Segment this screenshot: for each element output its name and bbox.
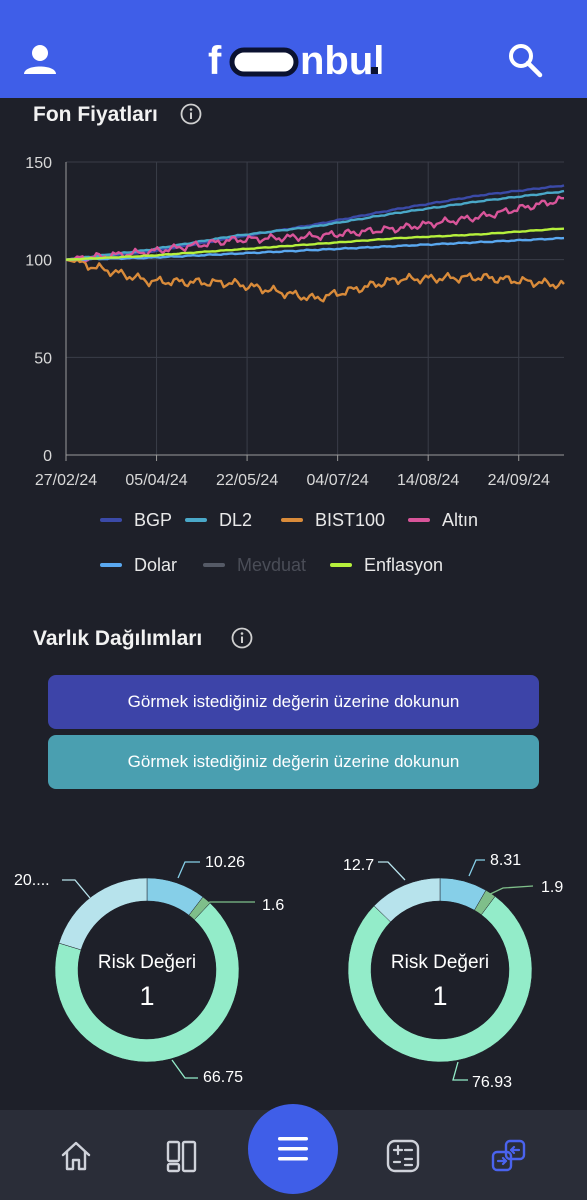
- allocation-donut-fund-1[interactable]: 10.26 1.6 66.75 20.... Risk Değeri 1: [0, 840, 293, 1100]
- donut-slice-label: 1.6: [262, 897, 284, 914]
- legend-item-bgp[interactable]: BGP: [100, 508, 172, 532]
- legend-label: Enflasyon: [364, 554, 444, 575]
- legend-swatch: [408, 518, 430, 522]
- chart-grid: [65, 161, 564, 461]
- nav-swap[interactable]: [490, 1138, 526, 1174]
- svg-text:f: f: [208, 39, 222, 83]
- donut-leader-line: [62, 879, 91, 899]
- x-tick-label: 04/07/24: [306, 472, 368, 489]
- donut-leader-line: [177, 861, 200, 879]
- allocation-prompt-fund-1[interactable]: Görmek istediğiniz değerin üzerine dokun…: [48, 675, 539, 729]
- legend-label: Dolar: [134, 554, 178, 575]
- y-tick-label: 100: [25, 253, 52, 270]
- legend-label: DL2: [219, 509, 253, 530]
- allocation-prompt-fund-2[interactable]: Görmek istediğiniz değerin üzerine dokun…: [48, 735, 539, 789]
- x-tick-label: 27/02/24: [35, 472, 97, 489]
- y-tick-label: 0: [43, 448, 52, 465]
- donut-slice-label: 20....: [14, 872, 50, 889]
- y-tick-label: 150: [25, 155, 52, 172]
- fonbul-logo: f nbul: [208, 39, 384, 83]
- legend-swatch: [100, 563, 122, 567]
- donut-leader-line: [378, 861, 406, 881]
- menu-icon: [278, 1137, 308, 1161]
- series-line-enflasyon: [65, 227, 565, 261]
- donut-slice[interactable]: [58, 877, 148, 951]
- legend-label: BIST100: [315, 509, 386, 530]
- main-menu-button[interactable]: [248, 1104, 338, 1194]
- search-button[interactable]: [505, 40, 545, 80]
- legend-label: Altın: [442, 509, 479, 530]
- legend-item-altın[interactable]: Altın: [408, 508, 478, 532]
- legend-item-dl2[interactable]: DL2: [185, 508, 252, 532]
- dashboard-icon: [166, 1140, 197, 1173]
- search-icon: [509, 44, 543, 78]
- series-line-bgp: [65, 184, 565, 261]
- legend-swatch: [330, 563, 352, 567]
- legend-swatch: [185, 518, 207, 522]
- donut-slice-label: 8.31: [490, 852, 521, 869]
- donut-slice-label: 76.93: [472, 1074, 512, 1091]
- fund-price-chart[interactable]: 0 50 100 150 27/02/24 05/04/24 22/05/24 04/07/2…: [0, 140, 587, 500]
- fund-prices-title: Fon Fiyatları: [33, 103, 158, 126]
- risk-value: 1: [432, 981, 447, 1011]
- x-tick-label: 22/05/24: [216, 472, 278, 489]
- chart-legend: BGP DL2 BIST100 Altın Dolar Mevduat Enflasyon: [0, 505, 587, 585]
- home-icon: [61, 1141, 91, 1171]
- donut-slice-label: 10.26: [205, 854, 245, 871]
- donut-leader-line: [485, 885, 534, 897]
- legend-item-dolar[interactable]: Dolar: [100, 553, 177, 577]
- risk-label: Risk Değeri: [391, 952, 489, 973]
- donut-slice-label: 12.7: [343, 857, 374, 874]
- nav-dashboard[interactable]: [164, 1138, 200, 1174]
- svg-text:nbul: nbul: [300, 39, 383, 83]
- donut-leader-line: [171, 1059, 198, 1079]
- compare-icon: [386, 1139, 420, 1173]
- donut-leader-line: [452, 1061, 468, 1081]
- risk-value: 1: [139, 981, 154, 1011]
- allocations-title: Varlık Dağılımları: [33, 627, 203, 650]
- info-icon[interactable]: [231, 627, 253, 649]
- legend-swatch: [100, 518, 122, 522]
- legend-item-enflasyon[interactable]: Enflasyon: [330, 553, 443, 577]
- risk-label: Risk Değeri: [98, 952, 196, 973]
- y-tick-label: 50: [34, 350, 52, 367]
- legend-swatch: [203, 563, 225, 567]
- user-icon: [24, 45, 56, 74]
- donut-slice[interactable]: [373, 877, 441, 923]
- donut-slice[interactable]: [347, 895, 533, 1063]
- profile-button[interactable]: [20, 40, 60, 80]
- legend-item-mevduat[interactable]: Mevduat: [203, 553, 306, 577]
- info-icon[interactable]: [180, 103, 202, 125]
- x-tick-label: 14/08/24: [397, 472, 459, 489]
- legend-label: BGP: [134, 509, 173, 530]
- app-logo: f nbul: [208, 36, 384, 84]
- x-tick-label: 05/04/24: [125, 472, 187, 489]
- donut-slice-label: 1.9: [541, 879, 563, 896]
- allocation-donut-fund-2[interactable]: 8.31 1.9 76.93 12.7 Risk Değeri 1: [293, 840, 587, 1100]
- nav-compare[interactable]: [385, 1138, 421, 1174]
- legend-item-bist100[interactable]: BIST100: [281, 508, 385, 532]
- legend-swatch: [281, 518, 303, 522]
- nav-home[interactable]: [58, 1138, 94, 1174]
- swap-icon: [491, 1139, 526, 1172]
- app-header: f nbul: [0, 0, 587, 98]
- x-tick-label: 24/09/24: [488, 472, 550, 489]
- donut-leader-line: [468, 859, 485, 877]
- donut-slice-label: 66.75: [203, 1069, 243, 1086]
- series-line-bist100: [65, 258, 565, 303]
- legend-label: Mevduat: [237, 554, 307, 575]
